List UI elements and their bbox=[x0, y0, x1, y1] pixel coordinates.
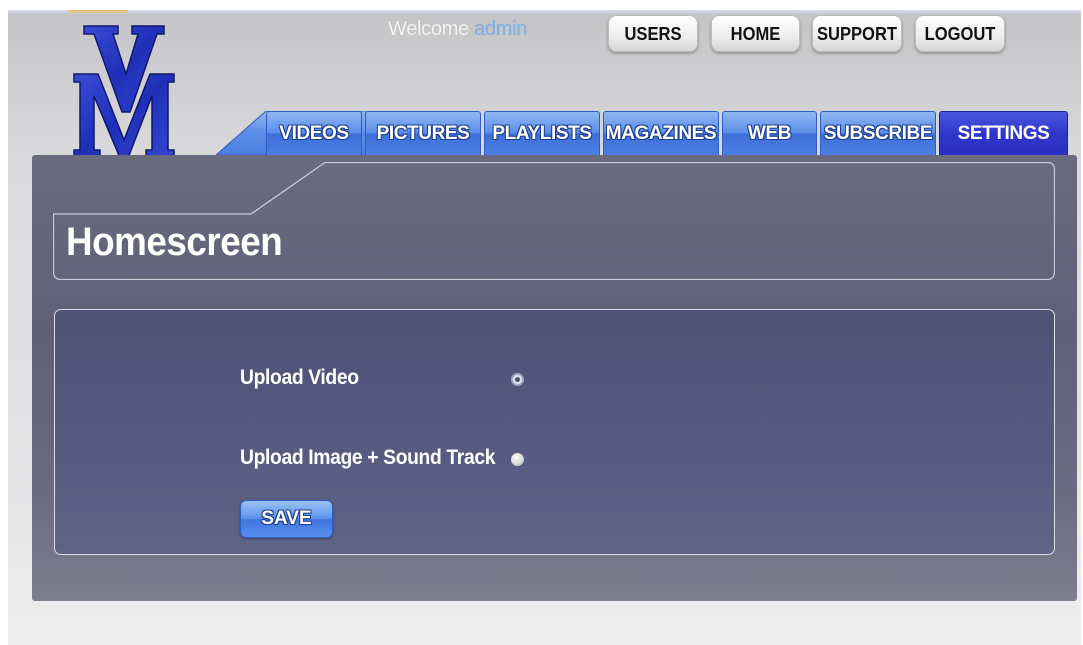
tab-settings[interactable]: SETTINGS bbox=[939, 111, 1068, 155]
app-viewport: Welcome admin USERS HOME SUPPORT LOGOUT … bbox=[8, 10, 1081, 645]
home-button[interactable]: HOME bbox=[710, 15, 801, 52]
tab-playlists[interactable]: PLAYLISTS bbox=[484, 111, 600, 155]
welcome-message: Welcome admin bbox=[388, 18, 527, 41]
users-button[interactable]: USERS bbox=[607, 15, 699, 52]
vm-logo[interactable] bbox=[72, 22, 176, 162]
welcome-prefix: Welcome bbox=[388, 18, 469, 40]
upload-image-sound-label: Upload Image + Sound Track bbox=[240, 446, 496, 469]
page-title: Homescreen bbox=[66, 220, 283, 264]
tab-web[interactable]: WEB bbox=[722, 111, 817, 155]
welcome-username[interactable]: admin bbox=[474, 18, 527, 40]
upload-video-label: Upload Video bbox=[240, 366, 359, 389]
logout-button[interactable]: LOGOUT bbox=[914, 15, 1006, 52]
tab-videos[interactable]: VIDEOS bbox=[266, 111, 362, 155]
top-border bbox=[8, 10, 1081, 14]
support-button[interactable]: SUPPORT bbox=[811, 15, 903, 52]
tab-pictures[interactable]: PICTURES bbox=[365, 111, 481, 155]
tab-subscribe[interactable]: SUBSCRIBE bbox=[820, 111, 936, 155]
settings-form bbox=[54, 309, 1055, 555]
tab-magazines[interactable]: MAGAZINES bbox=[603, 111, 719, 155]
save-button[interactable]: SAVE bbox=[240, 500, 333, 538]
vm-monogram-logo-icon bbox=[73, 25, 175, 159]
top-accent bbox=[68, 10, 128, 13]
upload-image-sound-radio[interactable] bbox=[511, 453, 524, 466]
upload-video-radio[interactable] bbox=[511, 373, 524, 386]
